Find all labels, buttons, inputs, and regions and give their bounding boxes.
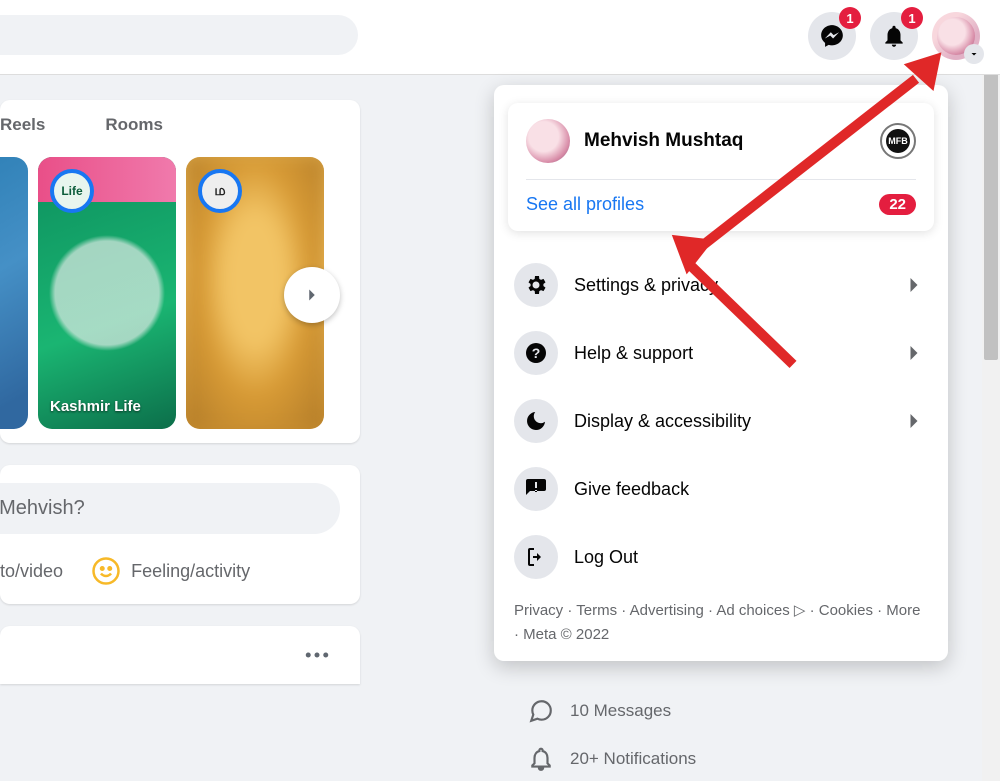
stories-card: Reels Rooms Life Kashmir Life ம (0, 100, 360, 443)
notifications-badge: 1 (901, 7, 923, 29)
search-input[interactable] (0, 15, 358, 55)
story-item[interactable] (0, 157, 28, 429)
more-icon[interactable] (302, 640, 332, 670)
logout-icon (514, 535, 558, 579)
menu-label: Display & accessibility (574, 411, 884, 432)
feedback-icon (514, 467, 558, 511)
menu-footer-links: Privacy · Terms · Advertising · Ad choic… (494, 593, 948, 649)
menu-display-accessibility[interactable]: Display & accessibility (508, 387, 934, 455)
right-sidebar-partial: 10 Messages 20+ Notifications (526, 696, 696, 774)
footer-advertising[interactable]: Advertising (630, 602, 704, 619)
bell-outline-icon (526, 744, 556, 774)
chevron-right-icon (900, 271, 928, 299)
switch-profile-icon[interactable]: MFB (880, 123, 916, 159)
footer-meta: Meta © 2022 (523, 626, 609, 643)
menu-logout[interactable]: Log Out (508, 523, 934, 591)
smiley-icon (91, 556, 121, 586)
notifications-button[interactable]: 1 (870, 12, 918, 60)
chevron-right-icon (301, 284, 323, 306)
messenger-badge: 1 (839, 7, 861, 29)
page-scrollbar[interactable] (982, 0, 1000, 781)
menu-label: Log Out (574, 547, 928, 568)
account-menu: Mehvish Mushtaq MFB See all profiles 22 … (494, 85, 948, 661)
moon-icon (514, 399, 558, 443)
bg-notifications[interactable]: 20+ Notifications (526, 744, 696, 774)
tab-rooms[interactable]: Rooms (75, 115, 193, 135)
footer-terms[interactable]: Terms (576, 602, 617, 619)
footer-more[interactable]: More (886, 602, 920, 619)
question-icon: ? (514, 331, 558, 375)
bell-icon (881, 23, 907, 49)
messenger-button[interactable]: 1 (808, 12, 856, 60)
composer-photo-video-label: hoto/video (0, 561, 63, 582)
chevron-right-icon (900, 339, 928, 367)
top-navbar: 1 1 (0, 0, 1000, 75)
composer-feeling-label: Feeling/activity (131, 561, 250, 582)
footer-privacy[interactable]: Privacy (514, 602, 563, 619)
menu-label: Give feedback (574, 479, 928, 500)
post-card-partial (0, 626, 360, 684)
menu-settings-privacy[interactable]: Settings & privacy (508, 251, 934, 319)
avatar-image (526, 119, 570, 163)
story-logo-text: Life (61, 184, 82, 198)
composer-input[interactable]: , Mehvish? (0, 483, 340, 534)
bg-messages[interactable]: 10 Messages (526, 696, 696, 726)
svg-text:?: ? (532, 345, 541, 361)
tab-reels[interactable]: Reels (0, 115, 75, 135)
footer-cookies[interactable]: Cookies (819, 602, 873, 619)
stories-tabs: Reels Rooms (0, 100, 360, 147)
messenger-icon (819, 23, 845, 49)
menu-label: Settings & privacy (574, 275, 884, 296)
scrollbar-thumb[interactable] (984, 70, 998, 360)
chevron-right-icon (900, 407, 928, 435)
stories-next-button[interactable] (284, 267, 340, 323)
composer-photo-video[interactable]: hoto/video (0, 561, 63, 582)
story-ring-icon: Life (50, 169, 94, 213)
footer-ad-choices[interactable]: Ad choices ▷ (716, 602, 805, 619)
story-ring-icon: ம (198, 169, 242, 213)
stories-tray[interactable]: Life Kashmir Life ம (0, 147, 360, 443)
see-all-profiles-link[interactable]: See all profiles (526, 194, 644, 215)
story-item-kashmir-life[interactable]: Life Kashmir Life (38, 157, 176, 429)
gear-icon (514, 263, 558, 307)
chevron-down-icon (964, 44, 984, 64)
story-label: Kashmir Life (50, 398, 141, 415)
feed-left-column: Reels Rooms Life Kashmir Life ம (0, 100, 360, 684)
bg-messages-label: 10 Messages (570, 701, 671, 721)
composer-feeling[interactable]: Feeling/activity (91, 556, 250, 586)
profile-switcher-card: Mehvish Mushtaq MFB See all profiles 22 (508, 103, 934, 231)
menu-give-feedback[interactable]: Give feedback (508, 455, 934, 523)
chat-icon (526, 696, 556, 726)
profiles-count-badge: 22 (879, 194, 916, 215)
menu-help-support[interactable]: ? Help & support (508, 319, 934, 387)
bg-notifications-label: 20+ Notifications (570, 749, 696, 769)
menu-label: Help & support (574, 343, 884, 364)
see-all-profiles-row[interactable]: See all profiles 22 (526, 180, 916, 215)
composer-card: , Mehvish? hoto/video Feeling/activity (0, 465, 360, 604)
